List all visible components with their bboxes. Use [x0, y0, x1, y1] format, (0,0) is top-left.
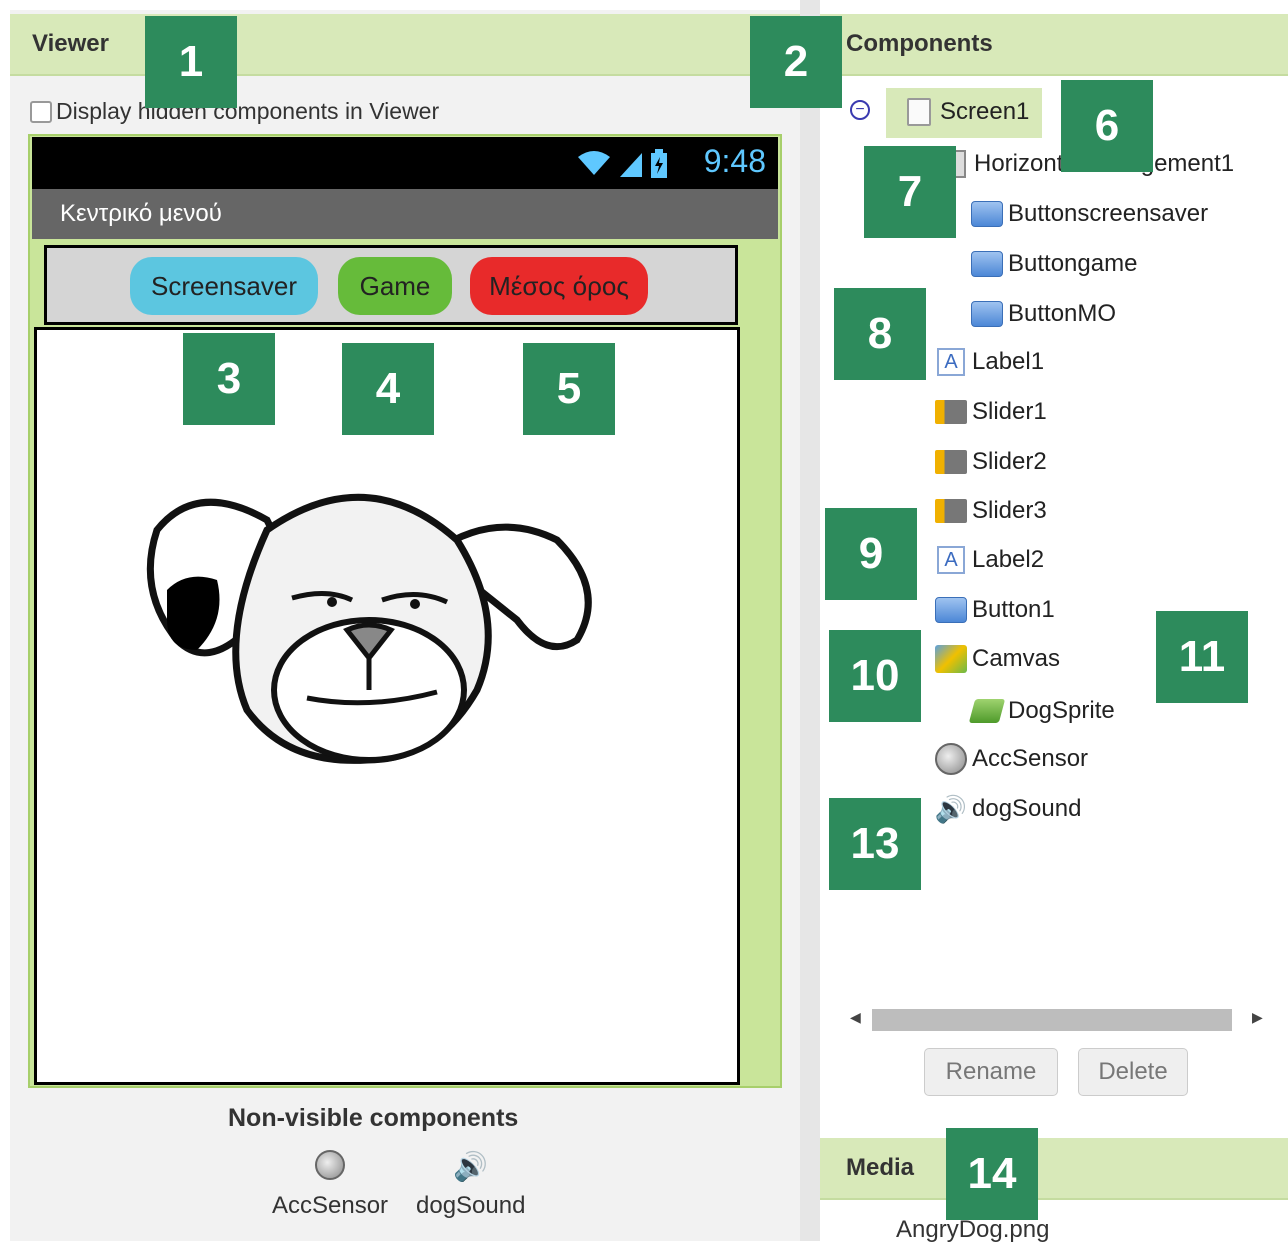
callout-badge: 1 [145, 16, 237, 108]
scroll-thumb[interactable] [872, 1009, 1232, 1031]
tree-item-buttongame[interactable]: Buttongame [970, 250, 1137, 278]
nonvisible-title: Non-visible components [228, 1104, 519, 1132]
label-icon: A [937, 348, 965, 376]
components-title: Components [846, 30, 993, 57]
button-icon [971, 301, 1003, 327]
phone-status-bar: 9:48 [32, 137, 778, 189]
scroll-right-icon[interactable]: ▶ [1252, 1009, 1263, 1026]
media-title: Media [846, 1154, 915, 1181]
accelerometer-icon [315, 1150, 346, 1180]
callout-badge: 14 [946, 1128, 1038, 1220]
tree-item-camvas[interactable]: Camvas [934, 645, 1060, 673]
tree-label: Slider3 [972, 497, 1047, 524]
callout-badge: 9 [825, 508, 917, 600]
viewer-header: Viewer [10, 14, 800, 76]
wifi-icon [578, 151, 610, 175]
callout-badge: 13 [829, 798, 921, 890]
tree-label: Slider2 [972, 448, 1047, 475]
tree-label: Buttonscreensaver [1008, 200, 1209, 227]
panel-divider [800, 0, 820, 1241]
tree-label: dogSound [972, 795, 1082, 822]
media-header: Media [820, 1138, 1288, 1200]
screensaver-button[interactable]: Screensaver [130, 257, 318, 315]
tree-item-buttonmo[interactable]: ButtonMO [970, 300, 1116, 328]
tree-item-label2[interactable]: A Label2 [934, 546, 1044, 574]
tree-label: Screen1 [940, 98, 1030, 125]
tree-item-dogsprite[interactable]: DogSprite [968, 697, 1115, 725]
callout-badge: 6 [1061, 80, 1153, 172]
tree-item-dogsound[interactable]: 🔊 dogSound [934, 793, 1082, 824]
viewer-title: Viewer [32, 30, 109, 57]
tree-item-accsensor[interactable]: AccSensor [934, 743, 1089, 775]
tree-label: Label2 [972, 546, 1045, 573]
status-time: 9:48 [703, 143, 766, 179]
nonvisible-dogsound[interactable]: 🔊 dogSound [416, 1150, 525, 1220]
tree-label: Camvas [972, 645, 1061, 672]
callout-badge: 5 [523, 343, 615, 435]
button-icon [935, 597, 967, 623]
callout-badge: 4 [342, 343, 434, 435]
display-hidden-checkbox[interactable] [30, 100, 52, 123]
tree-label: ButtonMO [1008, 300, 1117, 327]
canvas-icon [935, 645, 967, 673]
components-scrollbar[interactable]: ◀ ▶ [840, 1006, 1272, 1032]
rename-button[interactable]: Rename [924, 1048, 1058, 1096]
button-icon [971, 201, 1003, 227]
nonvisible-accsensor-label: AccSensor [272, 1192, 389, 1219]
callout-badge: 7 [864, 146, 956, 238]
callout-badge: 8 [834, 288, 926, 380]
tree-item-slider1[interactable]: Slider1 [934, 398, 1047, 426]
tree-label: Label1 [972, 348, 1045, 375]
tree-label: Buttongame [1008, 250, 1138, 277]
screen-icon [907, 98, 931, 126]
speaker-icon: 🔊 [934, 793, 968, 824]
tree-item-buttonscreensaver[interactable]: Buttonscreensaver [970, 200, 1208, 228]
tree-item-slider2[interactable]: Slider2 [934, 448, 1047, 476]
accelerometer-icon [935, 743, 967, 775]
slider-icon [935, 400, 967, 424]
nonvisible-accsensor[interactable]: AccSensor [272, 1150, 388, 1220]
tree-label: Button1 [972, 596, 1055, 623]
nonvisible-dogsound-label: dogSound [416, 1192, 526, 1219]
callout-badge: 2 [750, 16, 842, 108]
tree-item-screen1[interactable]: Screen1 [902, 98, 1029, 126]
average-button[interactable]: Μέσος όρος [470, 257, 648, 315]
tree-label: Slider1 [972, 398, 1047, 425]
speaker-icon: 🔊 [453, 1151, 489, 1182]
media-file-item[interactable]: AngryDog.png [896, 1216, 1049, 1244]
image-sprite-icon [968, 699, 1006, 723]
tree-item-label1[interactable]: A Label1 [934, 348, 1044, 376]
tree-label: DogSprite [1008, 697, 1115, 724]
battery-icon [651, 149, 667, 178]
slider-icon [935, 450, 967, 474]
game-button[interactable]: Game [338, 257, 452, 315]
canvas[interactable] [34, 327, 740, 1085]
display-hidden-label: Display hidden components in Viewer [56, 98, 440, 124]
slider-icon [935, 499, 967, 523]
delete-button[interactable]: Delete [1078, 1048, 1188, 1096]
callout-badge: 11 [1156, 611, 1248, 703]
label-icon: A [937, 546, 965, 574]
scroll-left-icon[interactable]: ◀ [850, 1009, 861, 1026]
app-titlebar: Κεντρικό μενού [32, 189, 778, 239]
callout-badge: 10 [829, 630, 921, 722]
tree-item-button1[interactable]: Button1 [934, 596, 1055, 624]
components-header: Components [820, 14, 1288, 76]
callout-badge: 3 [183, 333, 275, 425]
collapse-icon[interactable]: − [850, 100, 870, 120]
dog-sprite-image[interactable] [137, 470, 597, 770]
status-icons [576, 149, 668, 179]
signal-icon [620, 153, 642, 177]
tree-item-slider3[interactable]: Slider3 [934, 497, 1047, 525]
button-icon [971, 251, 1003, 277]
tree-label: AccSensor [972, 745, 1089, 772]
app-title: Κεντρικό μενού [60, 200, 222, 227]
